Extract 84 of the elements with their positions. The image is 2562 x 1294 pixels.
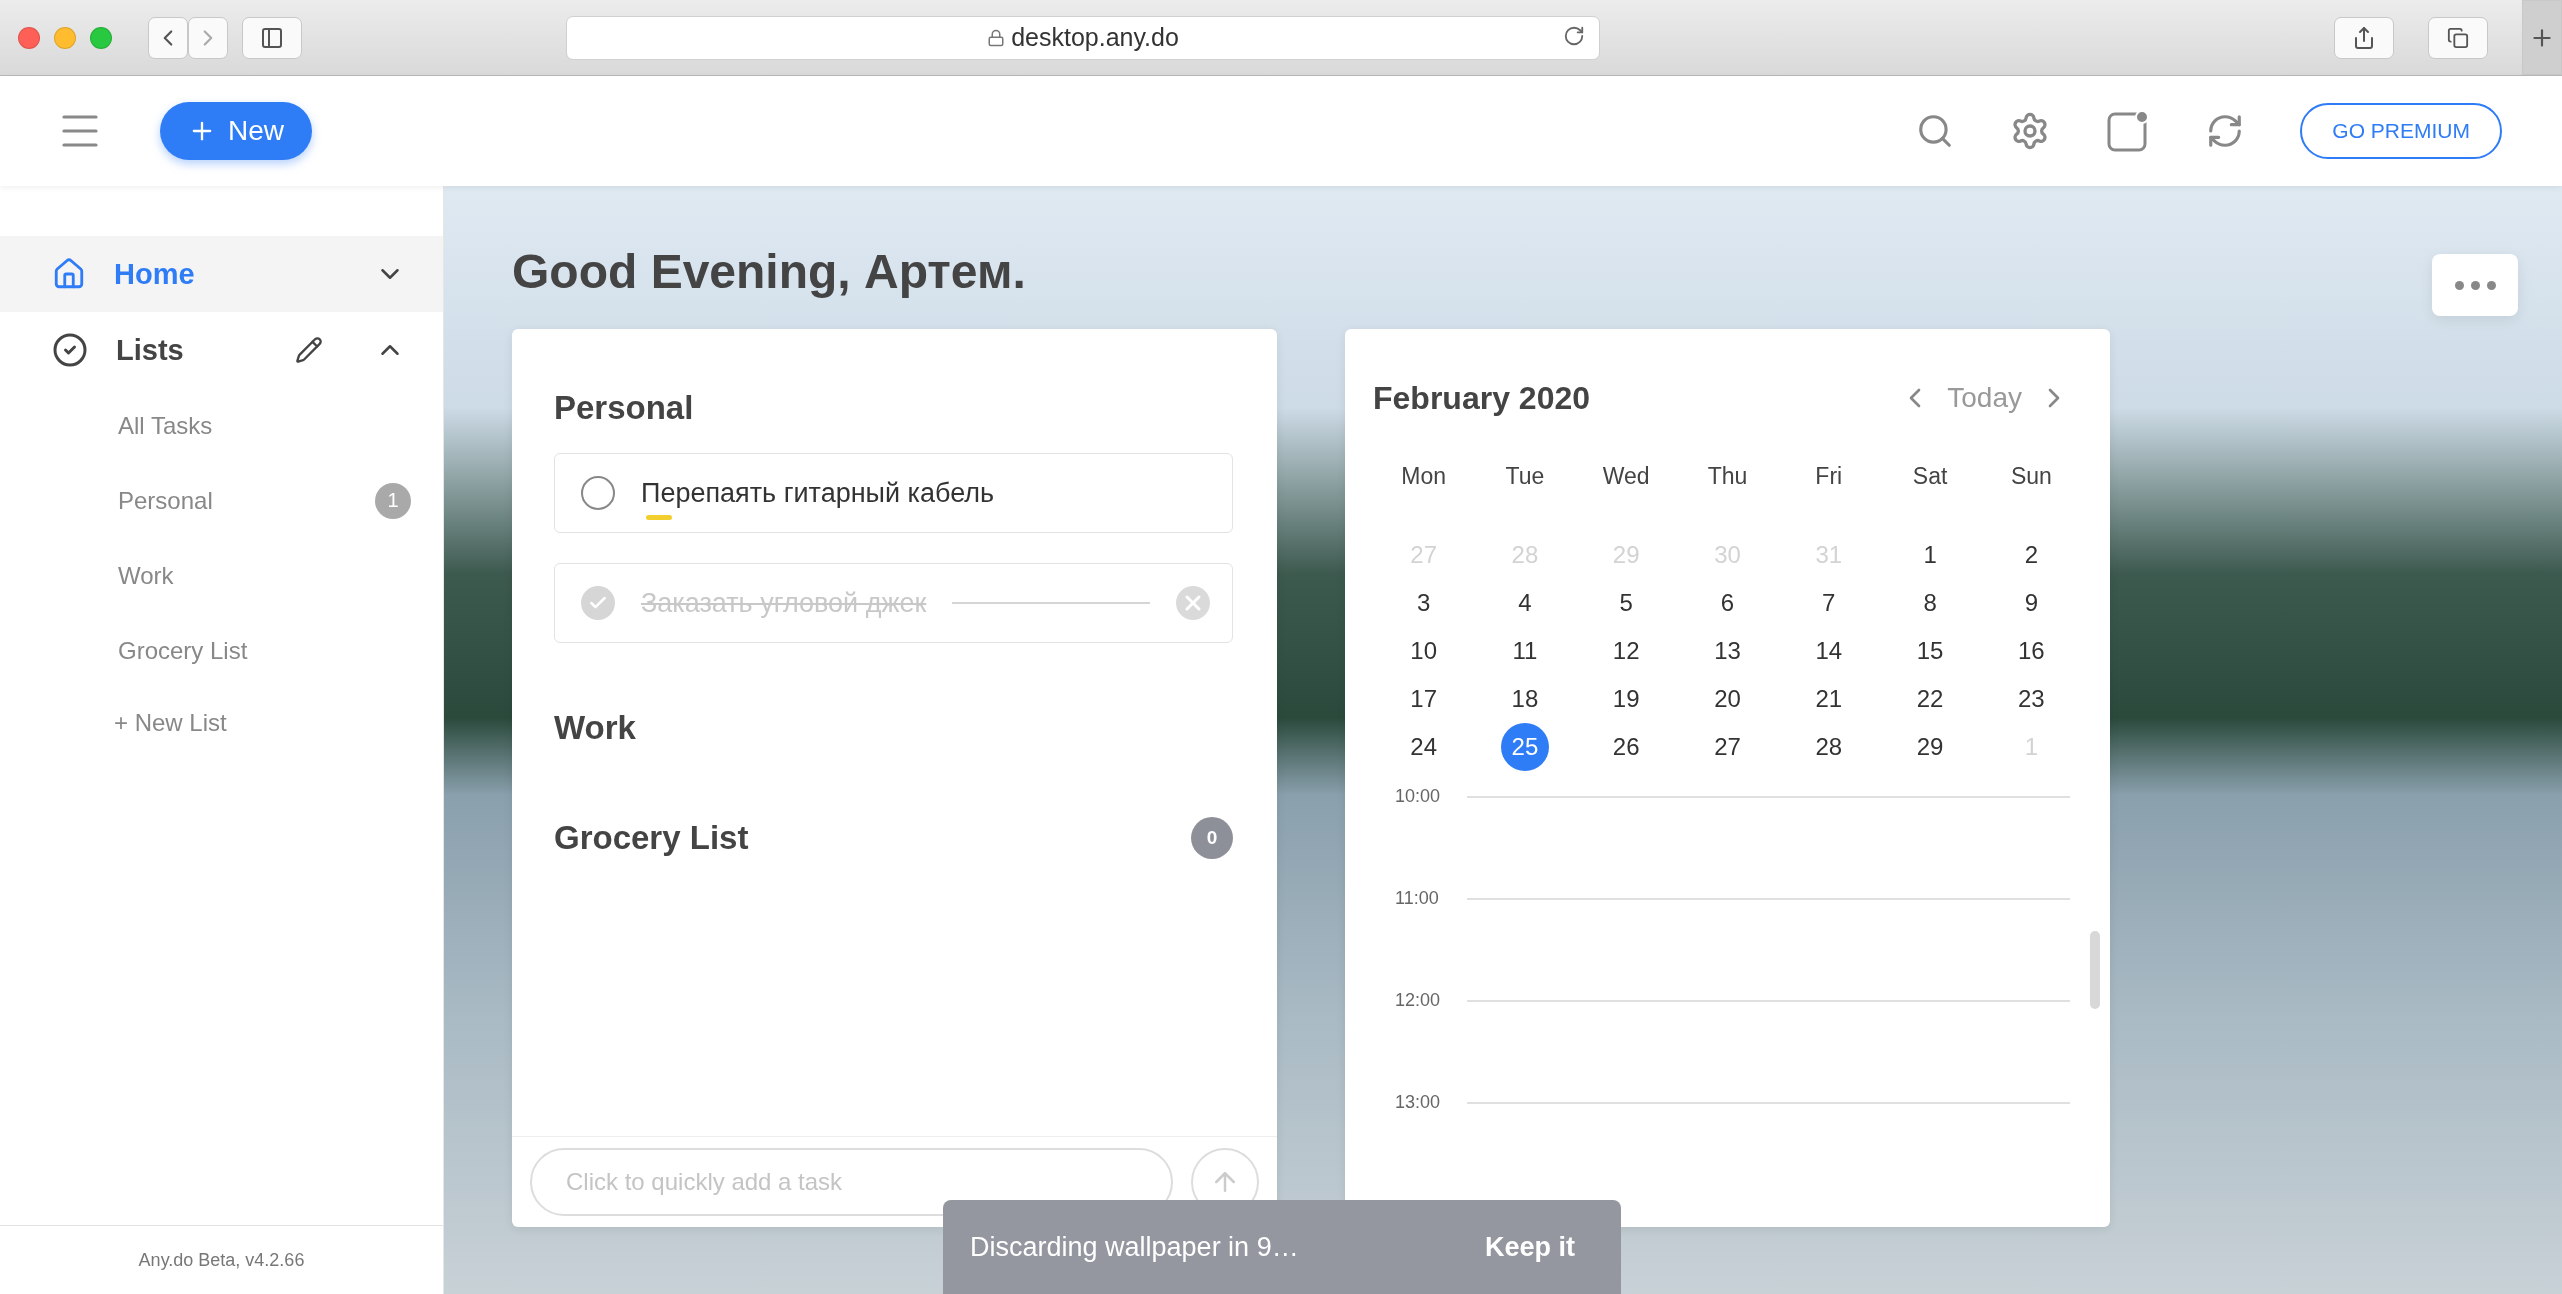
calendar-day[interactable]: 28 <box>1804 723 1853 771</box>
calendar-day[interactable]: 21 <box>1804 675 1853 723</box>
calendar-day[interactable]: 2 <box>2007 531 2056 579</box>
sidebar-toggle-button[interactable] <box>242 16 302 59</box>
weekday-label: Tue <box>1504 462 1546 491</box>
list-item[interactable]: Grocery List <box>0 613 443 688</box>
count-badge: 1 <box>375 482 411 519</box>
calendar-day[interactable]: 20 <box>1703 675 1752 723</box>
weekday-label: Wed <box>1601 462 1651 491</box>
more-button[interactable] <box>2432 254 2518 316</box>
calendar-day[interactable]: 11 <box>1500 627 1549 675</box>
calendar-day[interactable]: 22 <box>1906 675 1955 723</box>
calendar-day[interactable]: 29 <box>1906 723 1955 771</box>
new-button[interactable]: New <box>160 102 312 160</box>
task-text: Перепаять гитарный кабель <box>641 477 995 509</box>
sidebar-icon <box>260 25 284 50</box>
zoom-window-button[interactable] <box>90 26 112 49</box>
nav-label: Lists <box>116 333 185 367</box>
calendar-day[interactable]: 13 <box>1703 627 1752 675</box>
task-checkbox[interactable] <box>581 476 615 510</box>
tabs-overview-button[interactable] <box>2428 16 2488 59</box>
calendar-day[interactable]: 19 <box>1602 675 1651 723</box>
new-tab-button[interactable] <box>2522 0 2562 75</box>
calendar-day[interactable]: 4 <box>1500 579 1549 627</box>
nav-item[interactable]: Lists <box>0 312 443 388</box>
calendar-day[interactable]: 16 <box>2007 627 2056 675</box>
weekday-label: Fri <box>1814 462 1844 491</box>
calendar-day[interactable]: 3 <box>1399 579 1448 627</box>
share-icon <box>2352 25 2376 50</box>
calendar-day[interactable]: 12 <box>1602 627 1651 675</box>
calendar-day[interactable]: 9 <box>2007 579 2056 627</box>
back-button[interactable] <box>148 16 188 59</box>
weekday-label: Mon <box>1400 462 1447 491</box>
calendar-day[interactable]: 5 <box>1602 579 1651 627</box>
check-circle-icon <box>52 332 88 368</box>
calendar-day[interactable]: 15 <box>1906 627 1955 675</box>
home-icon <box>52 257 86 291</box>
calendar-day[interactable]: 14 <box>1804 627 1853 675</box>
list-item[interactable]: Work <box>0 538 443 613</box>
calendar-day[interactable]: 10 <box>1399 627 1448 675</box>
list-item[interactable]: All Tasks <box>0 388 443 463</box>
weekday-label: Sat <box>1911 462 1949 491</box>
calendar-day[interactable]: 23 <box>2007 675 2056 723</box>
calendar-day[interactable]: 17 <box>1399 675 1448 723</box>
weekday-label: Sun <box>2009 462 2053 491</box>
edit-icon[interactable] <box>295 336 323 364</box>
nav-item[interactable]: Home <box>0 236 443 312</box>
section-title: Personal <box>554 389 694 427</box>
time-label: 13:00 <box>1395 1092 1442 1113</box>
toast-message: Discarding wallpaper in 9… <box>970 1231 1299 1263</box>
weekday-label: Thu <box>1706 462 1749 491</box>
new-list-link[interactable]: + New List <box>0 688 443 758</box>
list-item[interactable]: Personal 1 <box>0 463 443 538</box>
calendar-day[interactable]: 25 <box>1500 723 1549 771</box>
calendar-day[interactable]: 8 <box>1906 579 1955 627</box>
calendar-day[interactable]: 24 <box>1399 723 1448 771</box>
calendar-day[interactable]: 1 <box>1906 531 1955 579</box>
calendar-day[interactable]: 26 <box>1602 723 1651 771</box>
calendar-day[interactable]: 27 <box>1703 723 1752 771</box>
time-label: 12:00 <box>1395 990 1442 1011</box>
calendar-day[interactable]: 6 <box>1703 579 1752 627</box>
calendar-day[interactable]: 7 <box>1804 579 1853 627</box>
task-row[interactable]: Перепаять гитарный кабель <box>554 453 1233 533</box>
version-label: Any.do Beta, v4.2.66 <box>0 1225 443 1294</box>
greeting: Good Evening, Артем. <box>512 244 1026 299</box>
nav-label: Home <box>114 257 196 291</box>
calendar-day[interactable]: 18 <box>1500 675 1549 723</box>
lock-icon <box>987 28 1006 47</box>
quick-add-field[interactable]: Click to quickly add a task <box>530 1148 1173 1216</box>
task-checkbox[interactable] <box>581 586 615 620</box>
reload-icon[interactable] <box>1563 24 1585 47</box>
close-window-button[interactable] <box>18 26 40 49</box>
two-squares-icon <box>2447 26 2469 49</box>
address-bar[interactable]: desktop.any.do <box>566 15 1600 60</box>
section-title: Grocery List <box>554 819 749 857</box>
time-label: 11:00 <box>1395 888 1440 909</box>
section-title: Work <box>554 709 636 747</box>
time-label: 10:00 <box>1395 786 1442 807</box>
forward-button[interactable] <box>188 16 228 59</box>
scrollbar-thumb[interactable] <box>2090 931 2100 1009</box>
month-title: February 2020 <box>1373 379 1591 417</box>
share-button[interactable] <box>2334 16 2394 59</box>
go-premium-button[interactable]: GO PREMIUM <box>2300 103 2502 159</box>
count-badge: 0 <box>1191 817 1233 859</box>
